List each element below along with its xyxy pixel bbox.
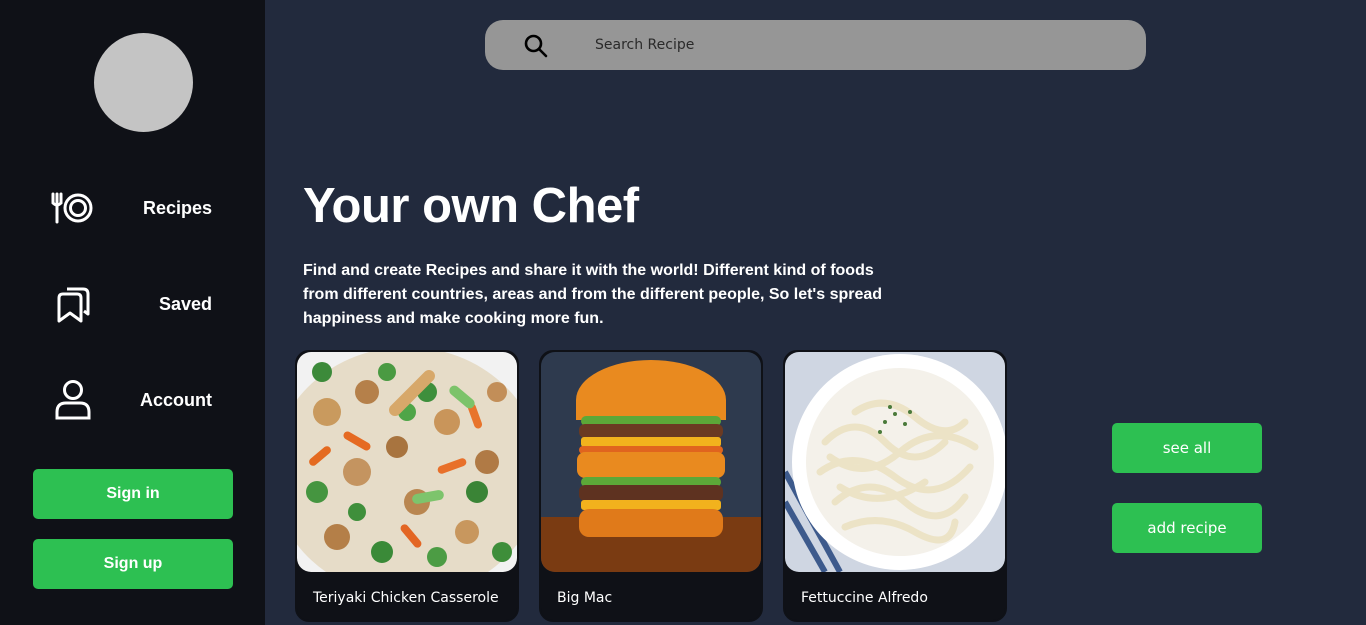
bookmarks-icon — [50, 281, 96, 327]
sidebar-item-label: Account — [140, 389, 212, 410]
recipe-card[interactable]: Big Mac — [539, 350, 763, 622]
user-icon — [50, 377, 96, 423]
hero-description: Find and create Recipes and share it wit… — [303, 262, 883, 327]
recipe-image — [541, 352, 761, 572]
sidebar-item-saved[interactable]: Saved — [50, 279, 230, 329]
search-icon[interactable] — [523, 33, 549, 59]
page-title: Your own Chef — [303, 179, 639, 233]
recipe-title: Teriyaki Chicken Casserole — [313, 590, 499, 606]
sidebar-item-label: Saved — [158, 293, 212, 314]
sidebar-item-label: Recipes — [142, 197, 212, 218]
recipe-image — [297, 352, 517, 572]
sign-in-button[interactable]: Sign in — [33, 469, 233, 519]
sidebar-item-recipes[interactable]: Recipes — [50, 183, 230, 233]
add-recipe-button[interactable]: add recipe — [1112, 503, 1262, 553]
sidebar: Recipes Saved Account Sign in Sign up — [0, 0, 265, 625]
recipe-card[interactable]: Teriyaki Chicken Casserole — [295, 350, 519, 622]
search-bar — [485, 20, 1146, 70]
avatar[interactable] — [94, 33, 193, 132]
fork-plate-icon — [50, 185, 96, 231]
recipe-title: Big Mac — [557, 590, 613, 606]
see-all-button[interactable]: see all — [1112, 423, 1262, 473]
recipe-image — [785, 352, 1005, 572]
search-input[interactable] — [595, 32, 1095, 58]
sign-up-button[interactable]: Sign up — [33, 539, 233, 589]
recipe-card[interactable]: Fettuccine Alfredo — [783, 350, 1007, 622]
recipe-title: Fettuccine Alfredo — [801, 590, 928, 606]
sidebar-item-account[interactable]: Account — [50, 375, 230, 425]
